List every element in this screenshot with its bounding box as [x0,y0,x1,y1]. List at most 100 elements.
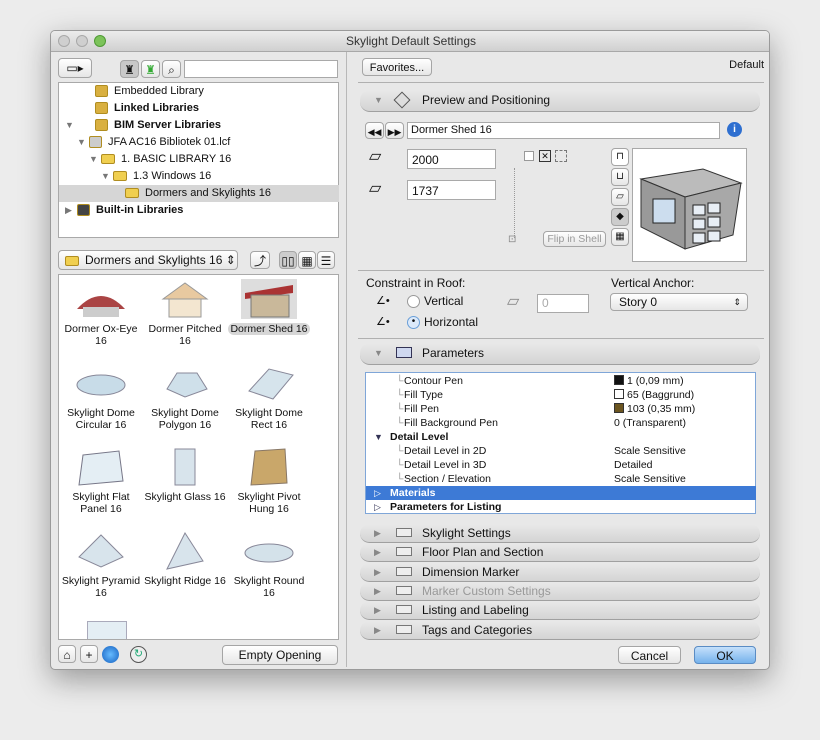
disclosure-triangle-icon[interactable]: ▼ [65,117,77,134]
search-input[interactable] [184,60,338,78]
library-item[interactable]: Dormer Ox-Eye 16 [59,279,143,347]
library-item[interactable]: Skylight Pivot Hung 16 [227,447,311,515]
refresh-icon[interactable]: ↻ [130,646,147,663]
up-folder-button[interactable]: ⤴ [250,251,270,269]
vertical-anchor-select[interactable]: Story 0 ⇕ [610,293,748,311]
disclosure-triangle-icon[interactable]: ▼ [101,168,113,185]
section-preview-positioning[interactable]: ▼ Preview and Positioning [360,90,760,112]
tree-item[interactable]: Linked Libraries [59,100,339,117]
favorites-button[interactable]: Favorites... [362,58,432,76]
empty-opening-button[interactable]: Empty Opening [222,645,338,665]
parameter-row[interactable]: └ Contour Pen 1 (0,09 mm) [366,374,756,388]
large-icons-view-button[interactable]: ▯▯ [279,251,297,269]
cancel-button[interactable]: Cancel [618,646,681,664]
parameter-row[interactable]: └ Fill Background Pen 0 (Transparent) [366,416,756,430]
library-item[interactable]: Skylight Dome Rect 16 [227,363,311,431]
add-object-button[interactable]: + [80,645,98,663]
section-dimension-marker[interactable]: ▶ Dimension Marker [360,562,760,582]
green-chair-filter-button[interactable]: ♜ [141,60,160,78]
section-floor-plan-and-section[interactable]: ▶ Floor Plan and Section [360,543,760,563]
disclosure-triangle-icon[interactable]: ▼ [374,430,383,444]
tree-item[interactable]: ▼ 1.3 Windows 16 [59,168,339,185]
height-field[interactable]: 1737 [407,180,496,200]
library-item-partial[interactable] [87,621,127,639]
library-item[interactable]: Skylight Dome Circular 16 [59,363,143,431]
parameter-value[interactable]: Scale Sensitive [614,473,686,485]
window-view-icon[interactable]: ▦ [611,228,629,246]
section-skylight-settings[interactable]: ▶ Skylight Settings [360,524,760,543]
mirror-checkbox[interactable] [524,151,534,161]
info-icon[interactable]: i [727,122,742,137]
object-thumbnail [245,285,293,318]
chair-filter-button[interactable]: ♜ [120,60,139,78]
disclosure-triangle-icon[interactable]: ▼ [89,151,101,168]
section-parameters[interactable]: ▼ Parameters [360,343,760,365]
tree-item[interactable]: Embedded Library [59,83,339,100]
next-object-button[interactable]: ▶▶ [385,122,404,139]
library-item[interactable]: Skylight Glass 16 [143,447,227,503]
view-mode-button[interactable]: ▭▸ [58,58,92,78]
parameter-row[interactable]: ▷ Parameters for Listing [366,500,756,514]
tree-item[interactable]: ▶ Built-in Libraries [59,202,339,219]
flip-in-shell-button[interactable]: Flip in Shell [543,231,606,247]
splitter[interactable] [346,52,347,667]
section-label: Parameters [422,346,485,360]
object-name-field[interactable]: Dormer Shed 16 [407,122,720,139]
parameter-value[interactable]: Scale Sensitive [614,445,686,457]
parameter-row[interactable]: └ Detail Level in 2D Scale Sensitive [366,444,756,458]
parameter-row[interactable]: └ Detail Level in 3D Detailed [366,458,756,472]
section-view-icon[interactable]: ⊔ [611,168,629,186]
dormer-shed-preview-image [639,168,743,250]
tree-item[interactable]: ▼ JFA AC16 Bibliotek 01.lcf [59,134,339,151]
minimize-button[interactable] [76,35,88,47]
close-button[interactable] [58,35,70,47]
vertical-radio[interactable] [407,295,420,308]
disclosure-triangle-icon[interactable]: ▶ [65,202,77,219]
parameter-row[interactable]: └ Fill Type 65 (Baggrund) [366,388,756,402]
plan-view-icon[interactable]: ⊓ [611,148,629,166]
pen-color-swatch[interactable] [614,375,624,385]
width-field[interactable]: 2000 [407,149,496,169]
list-view-button[interactable]: ☰ [317,251,335,269]
disclosure-triangle-icon[interactable]: ▼ [77,134,89,151]
horizontal-radio[interactable]: • [407,316,420,329]
folder-popup[interactable]: Dormers and Skylights 16 ⇕ [58,250,238,270]
folder-icon [113,171,127,182]
library-item[interactable]: Skylight Round 16 [227,531,311,599]
library-item[interactable]: Dormer Pitched 16 [143,279,227,347]
globe-icon[interactable] [102,646,119,663]
offset-field[interactable]: 0 [537,294,589,313]
ok-button[interactable]: OK [694,646,756,664]
pen-color-swatch[interactable] [614,389,624,399]
elevation-view-icon[interactable]: ▱ [611,188,629,206]
pen-color-swatch[interactable] [614,403,624,413]
search-icon[interactable]: ⌕ [162,60,181,78]
parameter-row[interactable]: ▼ Detail Level [366,430,756,444]
parameter-value[interactable]: 1 (0,09 mm) [627,375,684,387]
section-listing-and-labeling[interactable]: ▶ Listing and Labeling [360,601,760,621]
tree-item[interactable]: ▼ 1. BASIC LIBRARY 16 [59,151,339,168]
parameter-row[interactable]: └ Section / Elevation Scale Sensitive [366,472,756,486]
section-tags-and-categories[interactable]: ▶ Tags and Categories [360,620,760,640]
parameter-value[interactable]: 103 (0,35 mm) [627,403,695,415]
parameter-value[interactable]: 0 (Transparent) [614,417,686,429]
section-marker-custom-settings[interactable]: ▶ Marker Custom Settings [360,581,760,601]
library-item[interactable]: Skylight Pyramid 16 [59,531,143,599]
parameter-row[interactable]: └ Fill Pen 103 (0,35 mm) [366,402,756,416]
zoom-button[interactable] [94,35,106,47]
small-icons-view-button[interactable]: ▦ [298,251,316,269]
parameter-value[interactable]: Detailed [614,459,653,471]
disclosure-triangle-icon[interactable]: ▷ [374,500,381,514]
library-manager-button[interactable]: ⌂ [58,645,76,663]
library-item[interactable]: Skylight Flat Panel 16 [59,447,143,515]
library-item[interactable]: Dormer Shed 16 [227,279,311,335]
3d-view-icon[interactable]: ◆ [611,208,629,226]
library-item[interactable]: Skylight Dome Polygon 16 [143,363,227,431]
previous-object-button[interactable]: ◀◀ [365,122,384,139]
tree-item[interactable]: Dormers and Skylights 16 [59,185,339,202]
parameter-row[interactable]: ▷ Materials [366,486,756,500]
parameter-value[interactable]: 65 (Baggrund) [627,389,694,401]
disclosure-triangle-icon[interactable]: ▷ [374,486,381,500]
library-item[interactable]: Skylight Ridge 16 [143,531,227,587]
tree-item[interactable]: ▼ BIM Server Libraries [59,117,339,134]
